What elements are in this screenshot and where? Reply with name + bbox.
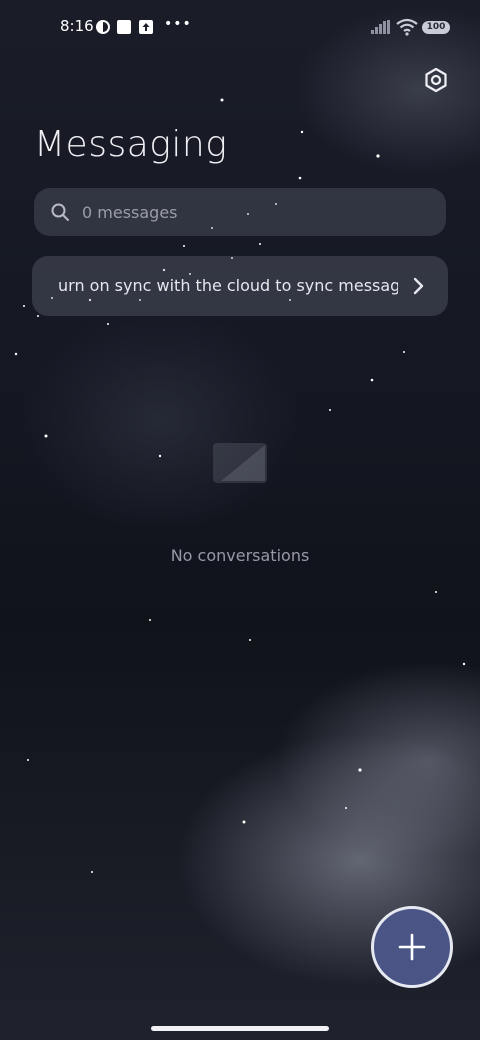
chevron-right-icon [413,277,424,295]
empty-state-message: No conversations [170,546,310,565]
search-icon [51,203,69,221]
page-title: Messaging [34,124,228,165]
cloud-sync-text: urn on sync with the cloud to sync messa… [58,276,398,295]
settings-gear-icon [425,67,447,93]
notification-square-icon [117,20,131,34]
upload-notification-icon [139,20,153,34]
signal-icon [371,20,390,34]
new-message-button[interactable] [371,906,453,988]
search-input[interactable]: 0 messages [82,203,178,222]
wifi-icon [396,18,418,36]
status-time: 8:16 [60,17,94,35]
settings-button[interactable] [420,64,452,96]
home-indicator[interactable] [151,1026,329,1031]
app-notification-icon [96,20,110,34]
empty-conversations-icon [213,443,267,483]
cloud-sync-banner[interactable]: urn on sync with the cloud to sync messa… [32,256,448,316]
plus-icon [398,933,426,961]
status-bar: 8:16 ••• 100 [0,0,480,56]
more-notifications-icon: ••• [164,16,192,32]
search-bar[interactable]: 0 messages [34,188,446,236]
battery-indicator: 100 [422,21,450,34]
